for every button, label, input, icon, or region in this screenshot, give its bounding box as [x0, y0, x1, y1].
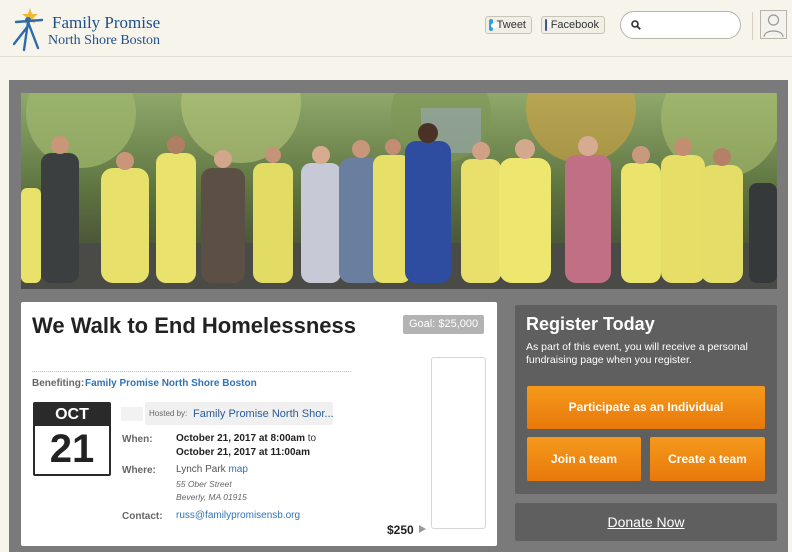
address-line-2: Beverly, MA 01915: [176, 492, 247, 502]
register-description: As part of this event, you will receive …: [526, 341, 748, 366]
contact-label: Contact:: [122, 511, 163, 522]
facebook-share-button[interactable]: Facebook: [541, 16, 605, 34]
fundraising-level-amount: $250: [387, 523, 414, 537]
goal-badge: Goal: $25,000: [403, 315, 485, 334]
when-end: October 21, 2017 at 11:00am: [176, 447, 310, 458]
when-start-time: October 21, 2017 at 8:00am: [176, 433, 305, 444]
register-title: Register Today: [526, 314, 655, 334]
where-label: Where:: [122, 465, 156, 476]
site-header: Family Promise North Shore Boston Tweet …: [0, 0, 792, 57]
twitter-icon: [489, 19, 499, 31]
logo-subtitle: North Shore Boston: [48, 33, 160, 48]
benefiting-org-link[interactable]: Family Promise North Shore Boston: [85, 378, 257, 389]
benefiting-label: Benefiting:: [32, 378, 85, 389]
search-input[interactable]: [620, 11, 741, 39]
play-arrow-icon[interactable]: [419, 525, 426, 533]
host-name-link[interactable]: Family Promise North Shor...: [193, 408, 334, 420]
fundraising-level-box[interactable]: [431, 357, 486, 529]
map-link[interactable]: map: [228, 464, 247, 475]
family-promise-logo-icon: [12, 8, 44, 52]
title-divider: [32, 371, 351, 372]
event-details-card: We Walk to End Homelessness Goal: $25,00…: [21, 302, 497, 546]
logo-title: Family Promise: [52, 13, 161, 32]
participate-individual-button[interactable]: Participate as an Individual: [527, 386, 765, 429]
venue: Lynch Park map: [176, 464, 248, 475]
host-avatar: [121, 407, 143, 421]
user-avatar-icon: [763, 14, 784, 38]
create-team-button[interactable]: Create a team: [650, 437, 765, 481]
when-to: to: [304, 433, 317, 444]
venue-name: Lynch Park: [176, 464, 226, 475]
register-panel: Register Today As part of this event, yo…: [515, 305, 777, 494]
when-label: When:: [122, 434, 153, 445]
site-logo[interactable]: Family Promise North Shore Boston: [8, 4, 161, 52]
tweet-button[interactable]: Tweet: [485, 16, 532, 34]
user-avatar[interactable]: [760, 10, 787, 39]
facebook-label: Facebook: [550, 19, 599, 31]
calendar-day: 21: [49, 427, 95, 471]
hosted-by-label: Hosted by:: [149, 409, 188, 418]
event-title: We Walk to End Homelessness: [32, 313, 356, 338]
donate-now-button[interactable]: Donate Now: [515, 503, 777, 541]
event-hero-photo: [21, 93, 777, 289]
calendar-month: OCT: [35, 404, 109, 426]
header-divider: [752, 12, 753, 40]
when-start: October 21, 2017 at 8:00am to: [176, 433, 316, 444]
search-icon: [631, 20, 641, 30]
address-line-1: 55 Ober Street: [176, 479, 232, 489]
contact-email-link[interactable]: russ@familypromisensb.org: [176, 510, 300, 521]
tweet-label: Tweet: [496, 19, 526, 31]
join-team-button[interactable]: Join a team: [527, 437, 641, 481]
facebook-icon: [545, 18, 551, 31]
event-date-calendar: OCT 21: [33, 402, 111, 476]
when-end-time: October 21, 2017 at 11:00am: [176, 447, 310, 458]
